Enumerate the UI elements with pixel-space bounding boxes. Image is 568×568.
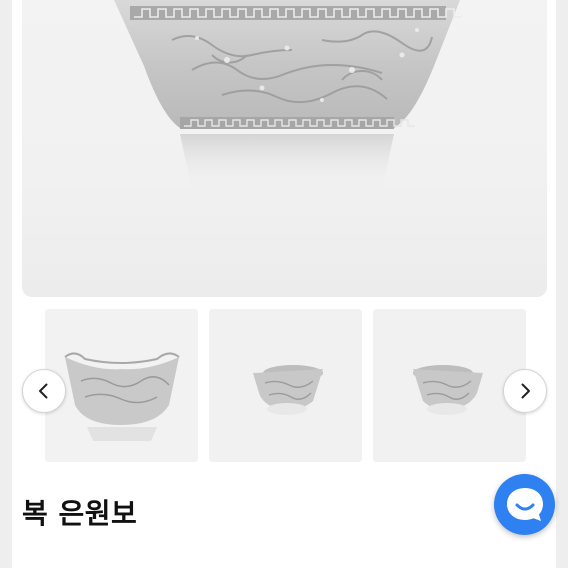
chat-button[interactable] — [494, 474, 555, 535]
silver-ingot-thumb-side — [209, 309, 362, 462]
chat-bubble-smile-icon — [506, 487, 543, 521]
thumbnail-front-view[interactable] — [45, 309, 198, 462]
chevron-left-icon — [39, 383, 48, 399]
silver-ingot-thumb-front — [45, 309, 198, 462]
silver-ingot-image — [114, 0, 462, 190]
prev-image-button[interactable] — [22, 369, 66, 413]
product-title: 복 은원보 — [22, 497, 138, 530]
main-product-image[interactable] — [22, 0, 547, 297]
chevron-right-icon — [521, 383, 530, 399]
thumbnail-side-view[interactable] — [209, 309, 362, 462]
next-image-button[interactable] — [503, 369, 547, 413]
